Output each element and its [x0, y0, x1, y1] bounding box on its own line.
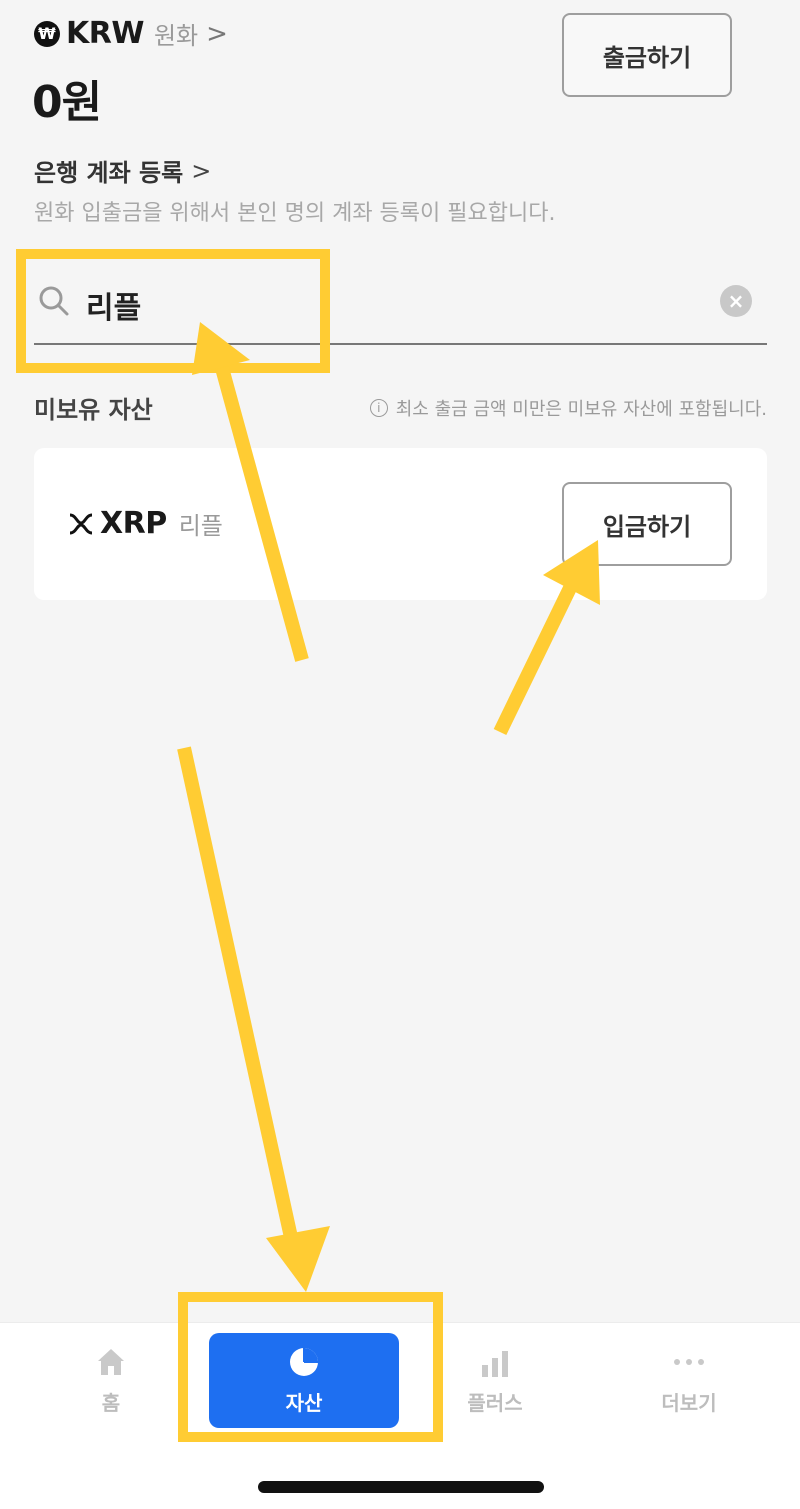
- arrow-head-assets-tab: [266, 1226, 330, 1292]
- search-icon: [39, 286, 69, 316]
- bar-chart-icon: [482, 1351, 508, 1377]
- tab-plus[interactable]: 플러스: [400, 1333, 590, 1428]
- note-text: 최소 출금 금액 미만은 미보유 자산에 포함됩니다.: [395, 399, 767, 420]
- home-icon: [98, 1349, 124, 1375]
- currency-selector[interactable]: ₩ KRW 원화 >: [34, 16, 228, 51]
- bank-account-hint: 원화 입출금을 위해서 본인 명의 계좌 등록이 필요합니다.: [34, 201, 556, 226]
- unowned-assets-note: i 최소 출금 금액 미만은 미보유 자산에 포함됩니다.: [369, 395, 767, 421]
- arrow-to-deposit: [493, 584, 577, 736]
- unowned-assets-title: 미보유 자산: [34, 396, 153, 424]
- won-coin-icon: ₩: [34, 20, 60, 47]
- more-dots-icon: [674, 1359, 704, 1365]
- chevron-right-icon: >: [191, 156, 212, 185]
- info-icon: i: [369, 399, 388, 417]
- tab-home[interactable]: 홈: [16, 1333, 206, 1428]
- bank-account-register-link[interactable]: 은행 계좌 등록 >: [34, 153, 211, 188]
- pie-chart-icon: [290, 1348, 318, 1376]
- tab-more[interactable]: 더보기: [594, 1333, 784, 1428]
- tab-label: 더보기: [661, 1391, 717, 1415]
- asset-search-input[interactable]: 리플 ×: [34, 265, 767, 345]
- tab-assets[interactable]: 자산: [209, 1333, 399, 1428]
- withdraw-button[interactable]: 출금하기: [562, 13, 732, 97]
- arrow-to-assets-tab: [177, 746, 299, 1244]
- xrp-logo-icon: [69, 513, 93, 534]
- tab-label: 플러스: [467, 1391, 523, 1415]
- bank-link-label: 은행 계좌 등록: [34, 159, 184, 187]
- coin-info: XRP 리플: [68, 506, 223, 541]
- home-indicator: [258, 1481, 544, 1493]
- search-value: 리플: [86, 291, 142, 326]
- coin-symbol: XRP: [100, 506, 167, 541]
- deposit-button[interactable]: 입금하기: [562, 482, 732, 566]
- chevron-right-icon: >: [206, 18, 228, 49]
- currency-name: 원화: [153, 22, 199, 50]
- tab-label: 자산: [285, 1391, 323, 1415]
- asset-card-xrp[interactable]: XRP 리플 입금하기: [34, 448, 767, 600]
- tab-label: 홈: [101, 1391, 121, 1415]
- clear-search-icon[interactable]: ×: [720, 285, 752, 317]
- coin-name: 리플: [178, 512, 223, 540]
- krw-balance: 0원: [32, 77, 102, 128]
- currency-code: KRW: [66, 16, 144, 51]
